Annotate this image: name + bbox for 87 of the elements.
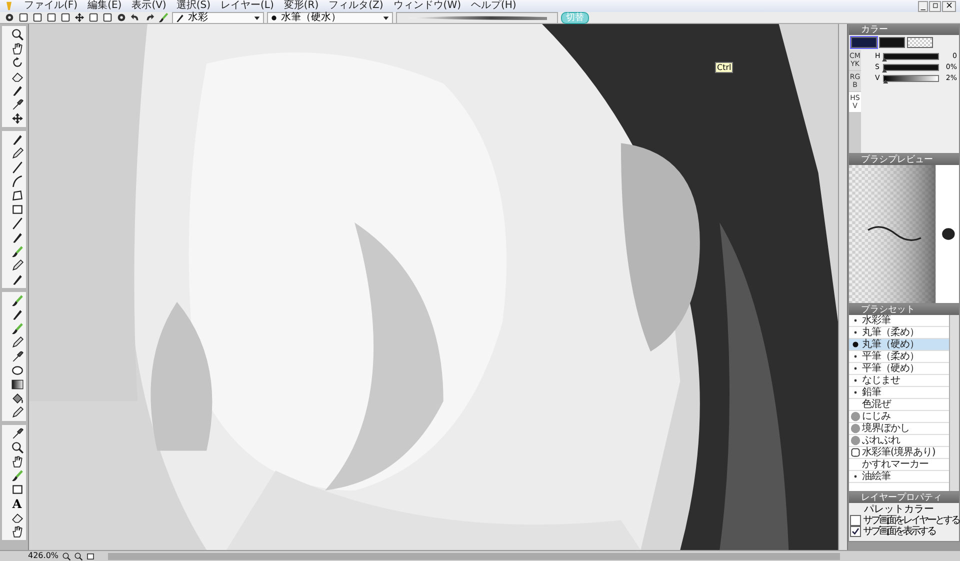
color-swatch[interactable]: [851, 37, 877, 48]
search-icon[interactable]: [10, 28, 24, 41]
checkbox-label: サブ画面をレイヤーとする: [863, 515, 959, 526]
hand-icon[interactable]: [10, 525, 24, 538]
dot-icon[interactable]: [270, 14, 278, 22]
brush-icon[interactable]: [10, 469, 24, 482]
slider-track[interactable]: [883, 52, 939, 60]
gradient-icon[interactable]: [10, 378, 24, 391]
brush-list-item[interactable]: 水彩筆(境界あり): [849, 447, 949, 459]
bucket-icon[interactable]: [10, 392, 24, 405]
brush-list-item[interactable]: にじみ: [849, 411, 949, 423]
pen-icon[interactable]: [10, 231, 24, 244]
panel-title: ブラシプレビュー: [861, 155, 933, 165]
panel-title: レイヤープロパティ: [861, 493, 942, 503]
square-icon[interactable]: [86, 552, 95, 560]
brush-icon[interactable]: [10, 245, 24, 258]
undo-icon[interactable]: [130, 12, 141, 23]
brush-list-item[interactable]: ぶれぶれ: [849, 435, 949, 447]
scrollbar[interactable]: [949, 315, 959, 491]
slider-thumb[interactable]: [882, 58, 887, 62]
circle-icon[interactable]: [850, 423, 860, 434]
dropdown-arrow-icon[interactable]: [382, 14, 390, 22]
search-icon[interactable]: [74, 552, 83, 560]
text-tool-button[interactable]: A: [10, 497, 24, 510]
brush-dropdown[interactable]: 水筆（硬水）: [267, 12, 393, 24]
brush-icon[interactable]: [10, 294, 24, 307]
window-control-button[interactable]: ▫: [929, 0, 942, 12]
rotate-icon[interactable]: [10, 56, 24, 69]
pen-icon[interactable]: [10, 273, 24, 286]
eraser-icon[interactable]: [10, 70, 24, 83]
palette-label: パレットカラー: [863, 504, 935, 515]
slider-thumb[interactable]: [883, 80, 888, 84]
menu-item[interactable]: 編集(E): [88, 0, 122, 12]
pencil-icon[interactable]: [10, 259, 24, 272]
brush-icon[interactable]: [158, 12, 169, 23]
hand-icon[interactable]: [10, 42, 24, 55]
brush-icon[interactable]: [10, 322, 24, 335]
brush-list-item[interactable]: 丸筆（硬め）: [849, 339, 949, 351]
tooltip: Ctrl: [715, 62, 734, 73]
ellipse-icon[interactable]: [10, 364, 24, 377]
line-icon[interactable]: [10, 161, 24, 174]
eyedropper-icon[interactable]: [10, 98, 24, 111]
menu-item[interactable]: ウィンドウ(W): [393, 0, 461, 12]
redo-icon[interactable]: [144, 12, 155, 23]
brush-list-item[interactable]: 境界ぼかし: [849, 423, 949, 435]
color-swatch[interactable]: [879, 37, 905, 48]
menu-item[interactable]: フィルタ(Z): [328, 0, 384, 12]
slider-thumb[interactable]: [882, 68, 887, 72]
square-icon[interactable]: [10, 483, 24, 496]
search-icon[interactable]: [62, 552, 71, 560]
panel-title: カラー: [861, 25, 888, 35]
pencil-icon[interactable]: [10, 336, 24, 349]
circle-icon[interactable]: [850, 411, 860, 422]
pencil-icon[interactable]: [10, 147, 24, 160]
line-icon[interactable]: [10, 217, 24, 230]
eraser-icon[interactable]: [10, 511, 24, 524]
window-control-button[interactable]: _: [918, 0, 928, 12]
checkbox-label: サブ画面を表示する: [863, 526, 935, 537]
polygon-icon[interactable]: [10, 189, 24, 202]
pen-icon[interactable]: [10, 84, 24, 97]
color-swatch[interactable]: [907, 37, 933, 48]
hand-icon[interactable]: [10, 455, 24, 468]
slider-track[interactable]: [883, 64, 939, 70]
zoom-level: 426.0%: [28, 551, 59, 561]
scrollbar[interactable]: [838, 24, 847, 550]
blob-icon[interactable]: [850, 447, 860, 458]
pencil-icon[interactable]: [10, 406, 24, 419]
menu-item[interactable]: レイヤー(L): [220, 0, 274, 12]
search-icon[interactable]: [10, 441, 24, 454]
menu-item[interactable]: ファイル(F): [24, 0, 78, 12]
dropdown-arrow-icon[interactable]: [253, 14, 261, 22]
move-icon[interactable]: [74, 12, 85, 23]
scrollbar[interactable]: [108, 552, 840, 560]
checkbox[interactable]: [850, 515, 861, 526]
menu-item[interactable]: 選択(S): [176, 0, 210, 12]
move-icon[interactable]: [10, 112, 24, 125]
eyedropper-icon[interactable]: [10, 427, 24, 440]
pen-icon[interactable]: [10, 133, 24, 146]
square-icon[interactable]: [10, 203, 24, 216]
brush-category-dropdown[interactable]: 水彩: [172, 12, 264, 24]
menu-item[interactable]: 表示(V): [132, 0, 166, 12]
pen-icon[interactable]: [10, 308, 24, 321]
panel-title: ブラシセット: [861, 305, 915, 315]
eyedropper-icon[interactable]: [10, 350, 24, 363]
window-control-button[interactable]: ×: [942, 0, 956, 12]
slider-track[interactable]: [883, 74, 939, 82]
curve-icon[interactable]: [10, 175, 24, 188]
